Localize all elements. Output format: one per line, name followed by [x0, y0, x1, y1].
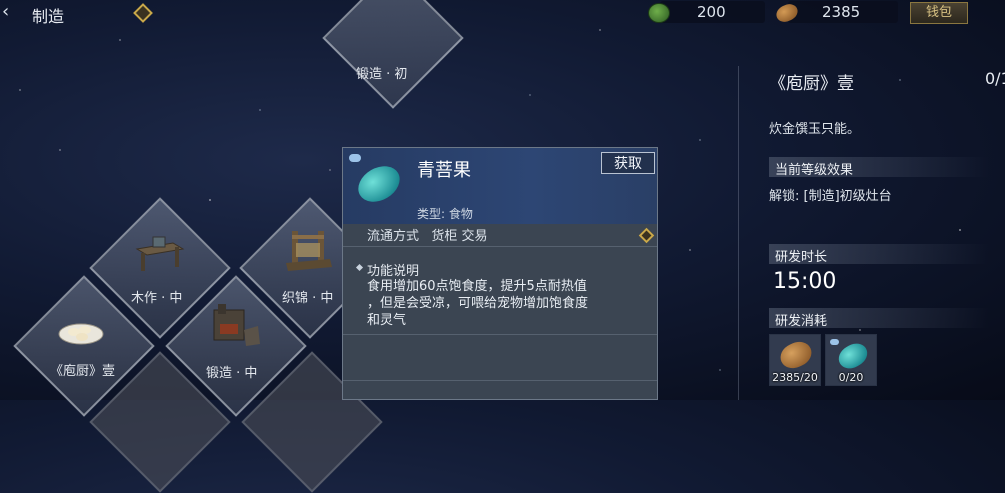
- loom-icon: [284, 225, 334, 273]
- wood-table-icon: [133, 235, 185, 275]
- top-bar: ‹ 制造 200 2385 钱包: [0, 0, 1005, 26]
- page-title: 制造: [32, 7, 65, 26]
- section-header-duration: 研发时长: [769, 244, 989, 265]
- back-icon[interactable]: ‹: [2, 1, 9, 22]
- research-title: 《庖厨》壹: [769, 74, 854, 94]
- section-header-effect: 当前等级效果: [769, 157, 989, 178]
- jade-fruit-icon: [351, 159, 407, 209]
- item-detail-popup: 青菩果 类型: 食物 获取 流通方式 货柜 交易 功能说明 食用增加60点饱食度…: [342, 147, 658, 400]
- divider: [343, 380, 657, 381]
- tile-label-cooking: 《庖厨》壹: [50, 364, 116, 379]
- function-description: 食用增加60点饱食度，提升5点耐热值 ，但是会受凉，可喂给宠物增加饱食度 和灵气: [367, 279, 589, 328]
- cost-slot-jade[interactable]: 0/20: [825, 334, 877, 386]
- function-title: 功能说明: [367, 264, 420, 279]
- divider: [343, 334, 657, 335]
- cost-amount: 0/20: [838, 371, 864, 384]
- tile-label-woodwork: 木作 · 中: [131, 291, 183, 306]
- jade-fruit-icon: [834, 338, 872, 374]
- tile-label-weaving: 织锦 · 中: [282, 291, 334, 306]
- item-type: 类型: 食物: [417, 207, 473, 221]
- tile-label-forge-mid: 锻造 · 中: [206, 366, 258, 381]
- section-header-duration-label: 研发时长: [775, 250, 828, 265]
- research-count: 0/1: [985, 69, 1005, 88]
- unlock-text: 解锁: [制造]初级灶台: [769, 189, 892, 204]
- green-coin-icon: [648, 3, 670, 23]
- bullet-icon: [355, 263, 364, 272]
- item-name: 青菩果: [417, 160, 471, 181]
- cost-slot-bean[interactable]: 2385/20: [769, 334, 821, 386]
- dumpling-plate-icon: [58, 318, 104, 346]
- currency-bean-value: 2385: [822, 3, 861, 21]
- tile-label-forge-basic: 锻造 · 初: [356, 67, 408, 82]
- info-diamond-icon[interactable]: [638, 227, 655, 244]
- bean-icon: [776, 337, 816, 373]
- divider: [343, 246, 657, 247]
- tile-forge-basic[interactable]: [322, 0, 464, 109]
- research-description: 炊金馔玉只能。: [769, 122, 861, 137]
- research-detail-panel: 《庖厨》壹 0/1 炊金馔玉只能。 当前等级效果 解锁: [制造]初级灶台 研发…: [738, 66, 1005, 400]
- cloud-icon: [830, 339, 839, 345]
- cloud-icon: [349, 154, 361, 162]
- get-button[interactable]: 获取: [601, 152, 655, 174]
- duration-value: 15:00: [773, 269, 837, 294]
- section-header-effect-label: 当前等级效果: [775, 163, 854, 178]
- popup-header: 青菩果 类型: 食物 获取: [343, 148, 657, 224]
- section-header-cost: 研发消耗: [769, 308, 989, 329]
- circulation-text: 流通方式 货柜 交易: [367, 229, 488, 244]
- cost-amount: 2385/20: [772, 371, 818, 384]
- section-header-cost-label: 研发消耗: [775, 314, 828, 329]
- circulation-row: 流通方式 货柜 交易: [343, 224, 657, 246]
- currency-green-value: 200: [697, 3, 726, 21]
- forge-icon: [206, 300, 262, 352]
- wallet-button[interactable]: 钱包: [910, 2, 968, 24]
- info-diamond-icon[interactable]: [133, 3, 153, 23]
